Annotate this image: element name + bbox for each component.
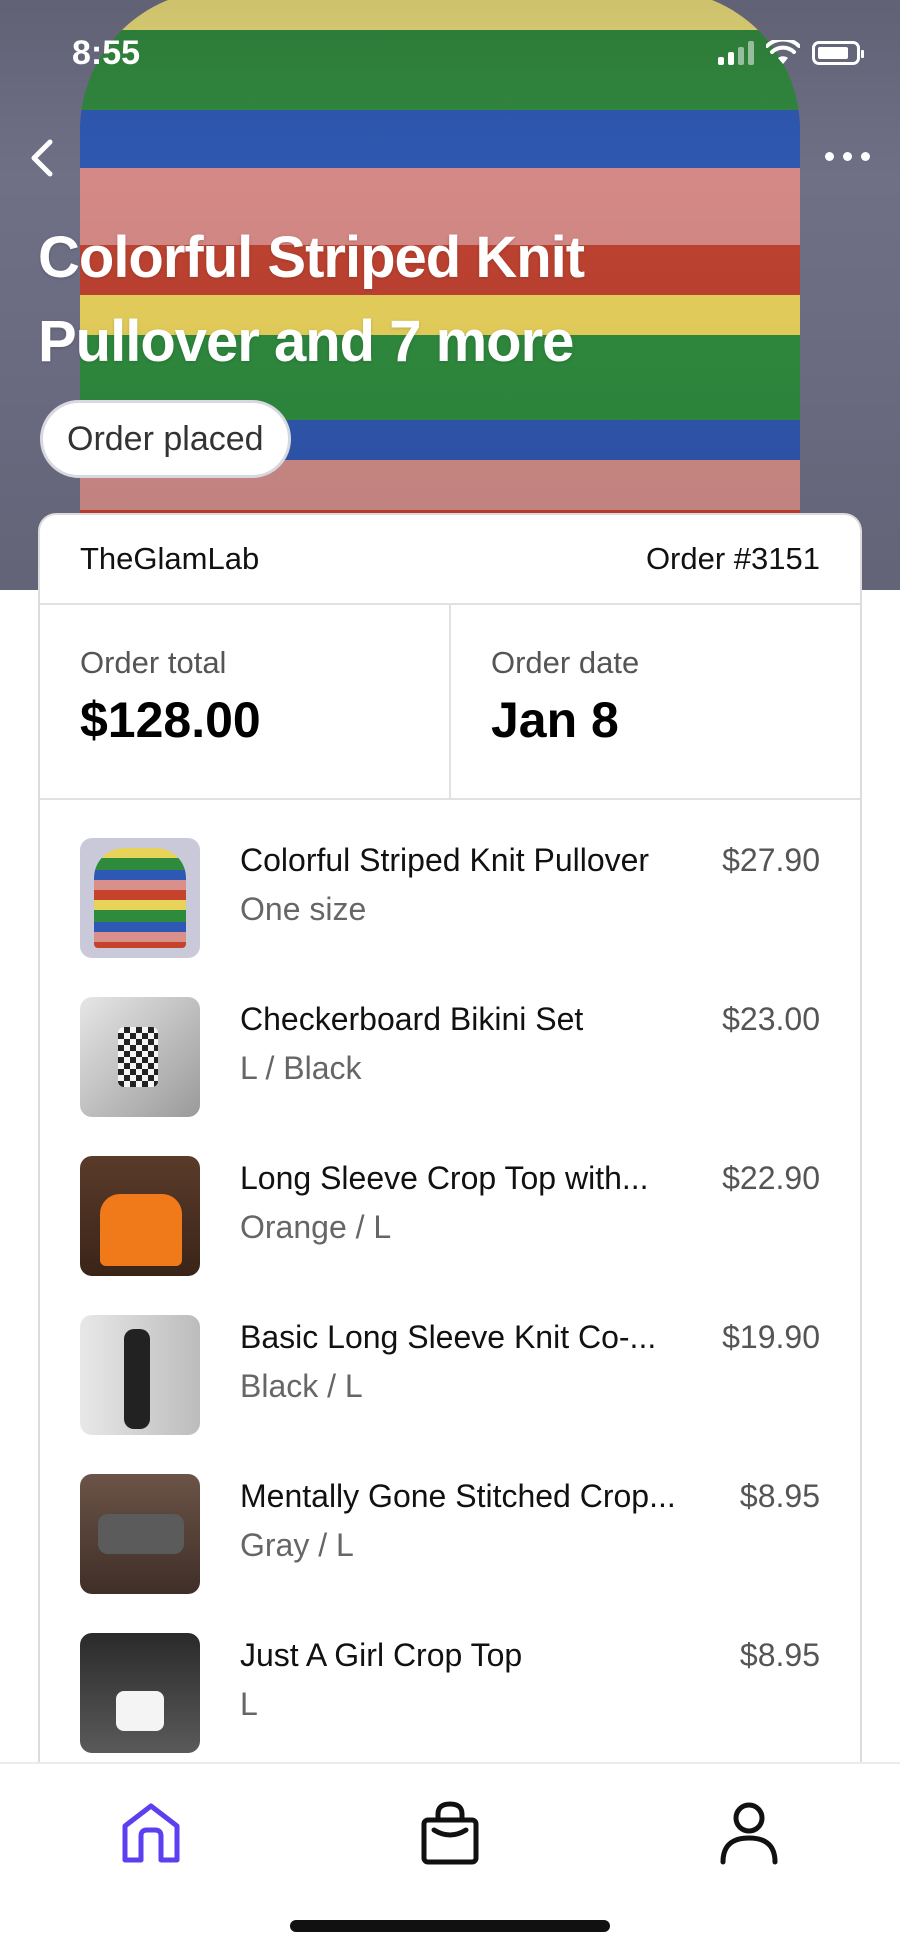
bottom-tab-bar: [0, 1762, 900, 1950]
cellular-signal-icon: [718, 41, 754, 65]
item-name: Basic Long Sleeve Knit Co-...: [240, 1319, 657, 1355]
product-thumbnail: [80, 838, 200, 958]
list-item[interactable]: Basic Long Sleeve Knit Co-... $19.90 Bla…: [80, 1315, 820, 1474]
chevron-left-icon: [31, 139, 53, 177]
product-thumbnail: [80, 997, 200, 1117]
item-variant: L: [240, 1686, 258, 1722]
item-price: $27.90: [722, 842, 820, 878]
list-item[interactable]: Long Sleeve Crop Top with... $22.90 Oran…: [80, 1156, 820, 1315]
item-variant: Orange / L: [240, 1209, 392, 1245]
item-variant: Gray / L: [240, 1527, 354, 1563]
order-items-list: Colorful Striped Knit Pullover $27.90 On…: [40, 800, 860, 1763]
item-price: $8.95: [739, 1478, 820, 1514]
item-name: Checkerboard Bikini Set: [240, 1001, 584, 1037]
product-thumbnail: [80, 1474, 200, 1594]
list-item[interactable]: Colorful Striped Knit Pullover $27.90 On…: [80, 838, 820, 997]
item-name: Long Sleeve Crop Top with...: [240, 1160, 649, 1196]
order-status-badge: Order placed: [40, 400, 291, 478]
hero-banner: 8:55 Colorful Striped Knit Pullover and …: [0, 0, 900, 590]
more-options-button[interactable]: [814, 136, 880, 176]
order-total-value: $128.00: [80, 692, 261, 748]
more-icon: [824, 151, 834, 161]
order-card: TheGlamLab Order #3151 Order total $128.…: [38, 513, 862, 1763]
item-price: $19.90: [722, 1319, 820, 1355]
item-variant: L / Black: [240, 1050, 362, 1086]
order-number: Order #3151: [645, 541, 820, 576]
home-icon: [122, 1803, 180, 1863]
status-bar: 8:55: [0, 0, 900, 110]
wifi-icon: [766, 40, 800, 64]
product-thumbnail: [80, 1315, 200, 1435]
tab-home[interactable]: [106, 1788, 196, 1878]
tab-shop[interactable]: [405, 1788, 495, 1878]
order-total-cell: Order total $128.00: [40, 605, 449, 798]
page-title: Colorful Striped Knit Pullover and 7 mor…: [38, 225, 585, 374]
list-item[interactable]: Mentally Gone Stitched Crop... $8.95 Gra…: [80, 1474, 820, 1633]
home-indicator: [290, 1920, 610, 1932]
item-price: $23.00: [722, 1001, 820, 1037]
profile-icon: [720, 1802, 778, 1865]
list-item[interactable]: Checkerboard Bikini Set $23.00 L / Black: [80, 997, 820, 1156]
order-date-label: Order date: [491, 645, 640, 680]
product-thumbnail: [80, 1156, 200, 1276]
item-variant: Black / L: [240, 1368, 363, 1404]
back-button[interactable]: [16, 130, 72, 186]
item-variant: One size: [240, 891, 367, 927]
item-name: Mentally Gone Stitched Crop...: [240, 1478, 676, 1514]
item-price: $22.90: [722, 1160, 820, 1196]
status-icons: [718, 40, 864, 66]
item-name: Just A Girl Crop Top: [240, 1637, 523, 1673]
order-total-label: Order total: [80, 645, 227, 680]
item-price: $8.95: [739, 1637, 820, 1673]
status-time: 8:55: [72, 34, 141, 72]
list-item[interactable]: Just A Girl Crop Top $8.95 L: [80, 1633, 820, 1763]
order-date-value: Jan 8: [491, 692, 619, 748]
battery-icon: [812, 41, 864, 65]
order-summary: Order total $128.00 Order date Jan 8: [40, 605, 860, 800]
product-thumbnail: [80, 1633, 200, 1753]
tab-profile[interactable]: [704, 1788, 794, 1878]
order-date-cell: Order date Jan 8: [449, 605, 860, 798]
item-name: Colorful Striped Knit Pullover: [240, 842, 650, 878]
order-card-header: TheGlamLab Order #3151: [40, 515, 860, 605]
shopping-bag-icon: [421, 1801, 479, 1865]
shop-name[interactable]: TheGlamLab: [80, 541, 259, 577]
